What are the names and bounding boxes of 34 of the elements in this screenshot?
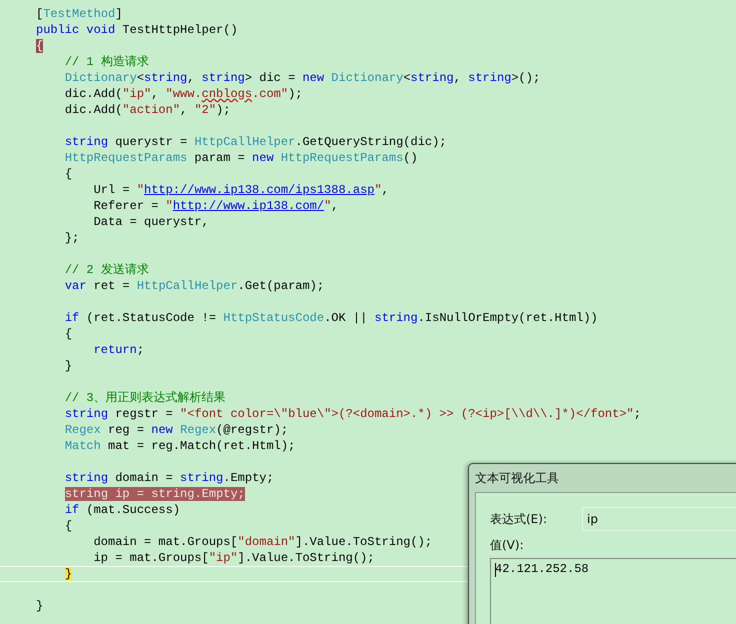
code-line: [TestMethod]	[35, 6, 122, 22]
code-line: }	[35, 598, 44, 614]
code-line: Regex reg = new Regex(@regstr);	[64, 422, 288, 438]
code-line: {	[64, 326, 72, 342]
code-line: Referer = "http://www.ip138.com/",	[92, 198, 338, 214]
code-line: string querystr = HttpCallHelper.GetQueryString(dic);	[64, 134, 447, 150]
code-line: domain = mat.Groups["domain"].Value.ToString();	[92, 534, 432, 550]
code-line: string regstr = "<font color=\"blue\">(?<domain>.*) >> (?<ip>[\\d\\.]*)</font>";	[64, 406, 641, 422]
code-line: if (mat.Success)	[64, 502, 180, 518]
code-line: };	[64, 230, 80, 246]
code-line: Data = querystr,	[92, 214, 209, 230]
code-line: dic.Add("ip", "www.cnblogs.com");	[64, 86, 302, 102]
code-line: // 1 构造请求	[64, 54, 149, 70]
expression-field[interactable]: ip	[582, 507, 736, 531]
code-line: {	[64, 518, 72, 534]
code-line: ip = mat.Groups["ip"].Value.ToString();	[92, 550, 374, 566]
code-line: if (ret.StatusCode != HttpStatusCode.OK || string.IsNullOrEmpty(ret.Html))	[64, 310, 598, 326]
code-line: HttpRequestParams param = new HttpRequestParams()	[64, 150, 418, 166]
code-line: public void TestHttpHelper()	[35, 22, 238, 38]
value-text-area[interactable]: 42.121.252.58	[490, 558, 736, 624]
code-line: var ret = HttpCallHelper.Get(param);	[64, 278, 324, 294]
code-line: // 2 发送请求	[64, 262, 149, 278]
code-line: Dictionary<string, string> dic = new Dictionary<string, string>();	[64, 70, 540, 86]
code-line: Match mat = reg.Match(ret.Html);	[64, 438, 296, 454]
value-label: 值(V):	[490, 537, 525, 554]
code-line: Url = "http://www.ip138.com/ips1388.asp",	[92, 182, 389, 198]
code-line: return;	[92, 342, 144, 358]
code-line: // 3、用正则表达式解析结果	[64, 390, 226, 406]
code-line: }	[64, 358, 72, 374]
code-line: {	[64, 166, 72, 182]
code-line: dic.Add("action", "2");	[64, 102, 230, 118]
code-line: string domain = string.Empty;	[64, 470, 274, 486]
expression-label: 表达式(E):	[490, 510, 547, 528]
dialog-title: 文本可视化工具	[474, 470, 560, 487]
